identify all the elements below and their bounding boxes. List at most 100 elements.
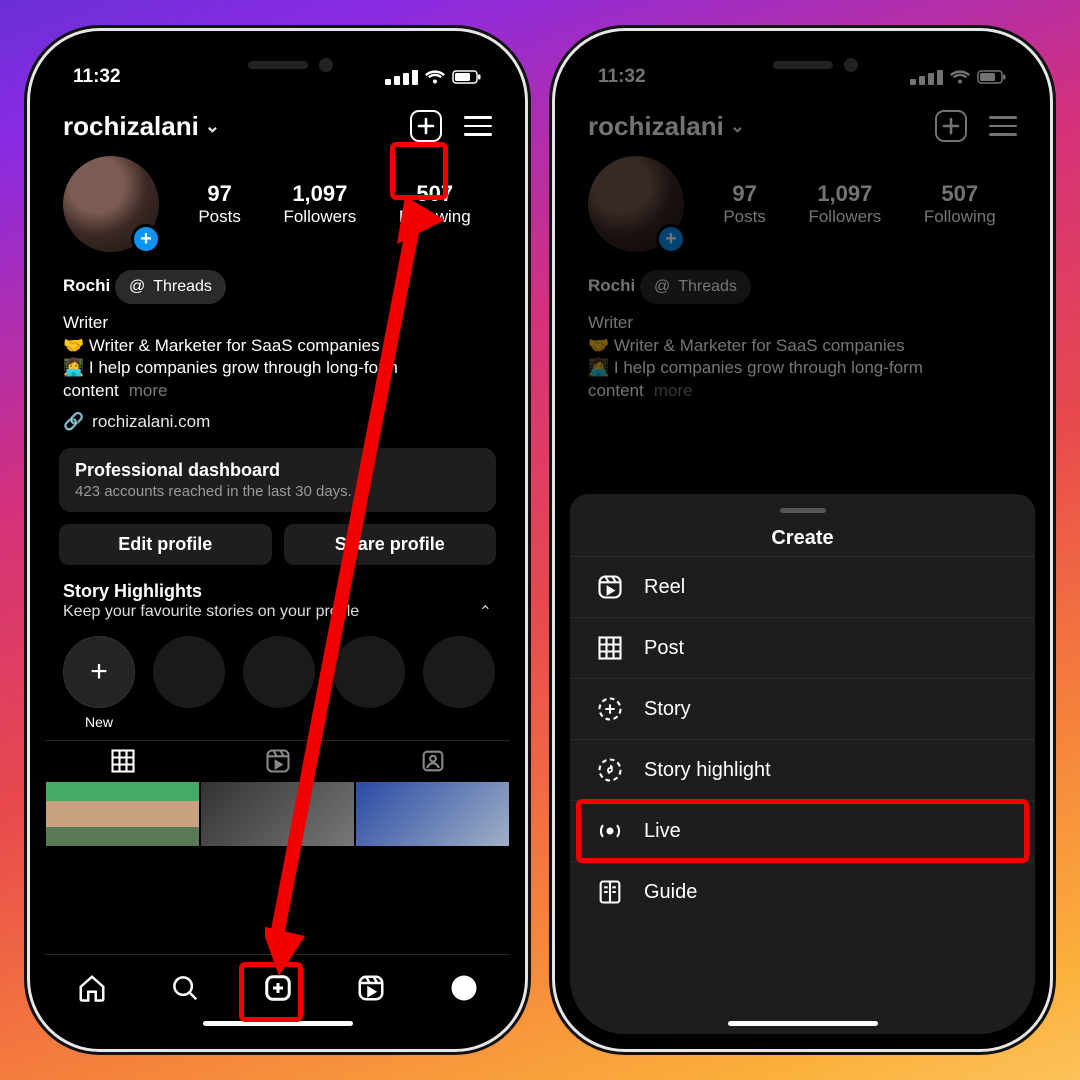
- feed-thumb[interactable]: [355, 781, 510, 847]
- sheet-grabber[interactable]: [780, 508, 826, 513]
- share-profile-button[interactable]: Share profile: [284, 524, 497, 565]
- cellular-icon: [910, 70, 943, 85]
- screen-profile: 11:32 rochizalani ⌄: [45, 46, 510, 1034]
- reels-nav-icon[interactable]: [356, 973, 386, 1003]
- bottom-nav: [45, 954, 510, 1034]
- home-icon[interactable]: [77, 973, 107, 1003]
- stat-following[interactable]: 507Following: [924, 181, 996, 227]
- bio-section: Rochi @ Threads Writer 🤝 Writer & Market…: [570, 256, 1035, 403]
- stat-posts[interactable]: 97 Posts: [198, 181, 241, 227]
- profile-nav-icon[interactable]: [449, 973, 479, 1003]
- highlight-new[interactable]: + New: [63, 636, 135, 730]
- highlight-placeholder: [333, 636, 405, 708]
- live-icon: [596, 817, 624, 845]
- status-time: 11:32: [598, 66, 646, 88]
- bio-line-1: 🤝 Writer & Marketer for SaaS companies: [588, 335, 1017, 358]
- menu-button[interactable]: [989, 116, 1017, 136]
- wifi-icon: [424, 69, 446, 85]
- reels-tab-icon[interactable]: [264, 747, 292, 775]
- threads-pill[interactable]: @ Threads: [640, 270, 751, 304]
- bio-line-2: 👩‍💻 I help companies grow through long-f…: [63, 357, 492, 403]
- notch: [698, 46, 908, 84]
- wifi-icon: [949, 69, 971, 85]
- add-story-badge-icon[interactable]: +: [131, 224, 161, 254]
- bio-section: Rochi @ Threads Writer 🤝 Writer & Market…: [45, 256, 510, 434]
- search-icon[interactable]: [170, 973, 200, 1003]
- username-text: rochizalani: [588, 111, 724, 142]
- display-name: Rochi: [588, 276, 635, 295]
- edit-profile-button[interactable]: Edit profile: [59, 524, 272, 565]
- nav-create-icon[interactable]: [263, 973, 293, 1003]
- stat-posts[interactable]: 97Posts: [723, 181, 766, 227]
- create-button[interactable]: [410, 110, 442, 142]
- username-text: rochizalani: [63, 111, 199, 142]
- tagged-tab-icon[interactable]: [419, 747, 447, 775]
- display-name: Rochi: [63, 276, 110, 295]
- grid-icon: [596, 634, 624, 662]
- guide-icon: [596, 878, 624, 906]
- menu-button[interactable]: [464, 116, 492, 136]
- story-icon: [596, 695, 624, 723]
- battery-icon: [452, 70, 482, 84]
- story-highlight-icon: [596, 756, 624, 784]
- create-item-live[interactable]: Live: [570, 800, 1035, 861]
- professional-dashboard-card[interactable]: Professional dashboard 423 accounts reac…: [59, 448, 496, 512]
- status-icons: [385, 69, 482, 85]
- username-selector[interactable]: rochizalani ⌄: [588, 111, 745, 142]
- add-story-badge-icon[interactable]: +: [656, 224, 686, 254]
- avatar[interactable]: +: [588, 156, 684, 252]
- more-link[interactable]: more: [129, 381, 168, 400]
- grid-tab-icon[interactable]: [109, 747, 137, 775]
- bio-link[interactable]: 🔗 rochizalani.com: [63, 411, 492, 434]
- create-button[interactable]: [935, 110, 967, 142]
- feed-thumb[interactable]: [45, 781, 200, 847]
- reel-icon: [596, 573, 624, 601]
- phone-right: 11:32 rochizalani ⌄: [555, 31, 1050, 1049]
- sheet-title: Create: [570, 527, 1035, 550]
- feed-thumbnails: [45, 781, 510, 847]
- home-indicator: [728, 1021, 878, 1026]
- feed-thumb[interactable]: [200, 781, 355, 847]
- notch: [173, 46, 383, 84]
- create-item-story-highlight[interactable]: Story highlight: [570, 739, 1035, 800]
- threads-icon: @: [129, 276, 145, 298]
- screen-create-sheet: 11:32 rochizalani ⌄: [570, 46, 1035, 1034]
- plus-icon: +: [63, 636, 135, 708]
- more-link[interactable]: more: [654, 381, 693, 400]
- profile-header: rochizalani ⌄: [45, 96, 510, 150]
- username-selector[interactable]: rochizalani ⌄: [63, 111, 220, 142]
- highlights-collapse-icon[interactable]: ⌃: [479, 602, 492, 622]
- bio-category: Writer: [588, 312, 1017, 335]
- stat-followers[interactable]: 1,097Followers: [808, 181, 881, 227]
- highlight-placeholder: [423, 636, 495, 708]
- chevron-down-icon: ⌄: [730, 116, 745, 137]
- create-item-post[interactable]: Post: [570, 617, 1035, 678]
- status-icons: [910, 69, 1007, 85]
- stat-followers[interactable]: 1,097 Followers: [283, 181, 356, 227]
- status-time: 11:32: [73, 66, 121, 88]
- profile-header: rochizalani ⌄: [570, 96, 1035, 150]
- battery-icon: [977, 70, 1007, 84]
- stats-row: + 97Posts 1,097Followers 507Following: [570, 150, 1035, 256]
- create-item-story[interactable]: Story: [570, 678, 1035, 739]
- create-item-reel[interactable]: Reel: [570, 556, 1035, 617]
- bio-line-2: 👩‍💻 I help companies grow through long-f…: [588, 357, 1017, 403]
- threads-icon: @: [654, 276, 670, 298]
- cellular-icon: [385, 70, 418, 85]
- highlight-placeholder: [153, 636, 225, 708]
- link-icon: 🔗: [63, 411, 84, 434]
- create-item-guide[interactable]: Guide: [570, 861, 1035, 922]
- home-indicator: [203, 1021, 353, 1026]
- highlight-placeholder: [243, 636, 315, 708]
- stats-row: + 97 Posts 1,097 Followers 507 Following: [45, 150, 510, 256]
- phone-left: 11:32 rochizalani ⌄: [30, 31, 525, 1049]
- bio-category: Writer: [63, 312, 492, 335]
- threads-pill[interactable]: @ Threads: [115, 270, 226, 304]
- bio-line-1: 🤝 Writer & Marketer for SaaS companies: [63, 335, 492, 358]
- profile-tabs: [45, 740, 510, 781]
- chevron-down-icon: ⌄: [205, 116, 220, 137]
- highlights-section: Story Highlights Keep your favourite sto…: [45, 565, 510, 736]
- avatar[interactable]: +: [63, 156, 159, 252]
- stat-following[interactable]: 507 Following: [399, 181, 471, 227]
- create-sheet: Create Reel Post Story Story highlight L…: [570, 494, 1035, 1034]
